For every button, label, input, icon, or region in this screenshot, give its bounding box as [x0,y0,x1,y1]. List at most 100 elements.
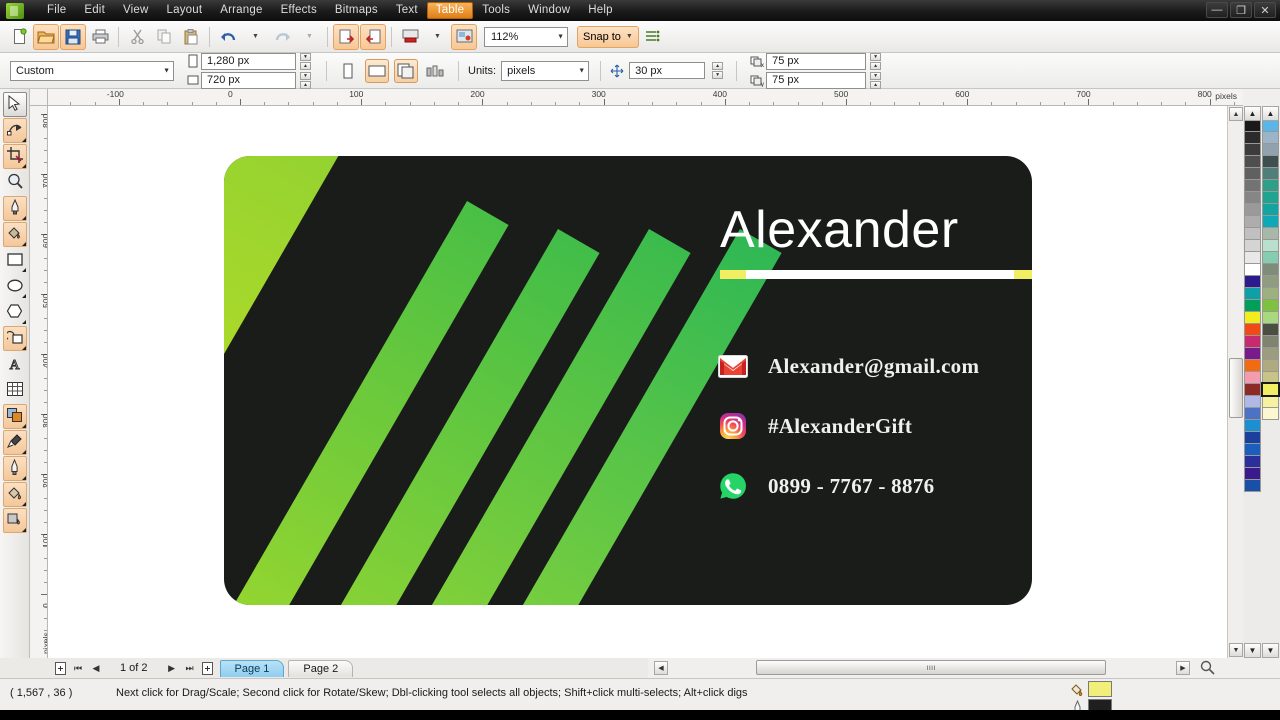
menu-item-tools[interactable]: Tools [473,2,519,19]
color-palette[interactable] [1243,106,1280,658]
page-height-field[interactable]: 720 px [201,71,296,89]
page-tab-1[interactable]: Page 1 [219,659,285,677]
palette-left-down-arrow[interactable]: ▼ [1244,643,1261,658]
current-page-button[interactable] [423,59,447,83]
menu-item-view[interactable]: View [114,2,158,19]
zoom-corner-icon[interactable] [1200,660,1215,678]
palette-scroll-down[interactable]: ▼ ▼ [1243,643,1280,659]
units-combo[interactable]: pixels ▼ [501,60,590,81]
flyout-arrow-icon[interactable] [21,346,26,350]
freehand-tool[interactable] [2,196,27,221]
menu-item-effects[interactable]: Effects [272,2,326,19]
ruler-origin-corner[interactable] [30,89,48,106]
minimize-button[interactable]: — [1206,2,1228,18]
horizontal-scrollbar[interactable]: ◀ ıııı ▶ [648,659,1228,677]
horizontal-scroll-thumb[interactable]: ıııı [756,660,1106,675]
application-launcher-dropdown[interactable]: ▼ [424,24,450,50]
landscape-orientation-button[interactable] [365,58,389,83]
flyout-arrow-icon[interactable] [21,450,26,454]
flyout-arrow-icon[interactable] [21,476,26,480]
flyout-arrow-icon[interactable] [21,268,26,272]
import-button[interactable] [333,23,359,50]
ellipse-tool[interactable] [3,274,27,299]
flyout-arrow-icon[interactable] [21,424,26,428]
flyout-arrow-icon[interactable] [21,138,26,142]
vertical-scrollbar[interactable]: ▲ ▼ [1227,106,1243,658]
page-width-spinner[interactable]: ▼ ▲ [300,52,311,70]
flyout-arrow-icon[interactable] [21,294,26,298]
redo-button[interactable] [269,24,295,50]
print-button[interactable] [87,24,113,50]
flyout-arrow-icon[interactable] [21,502,26,506]
prev-page-button[interactable]: ◀ [88,660,104,676]
crop-tool[interactable] [2,144,27,169]
flyout-arrow-icon[interactable] [21,320,26,324]
perfect-shapes-tool[interactable] [2,326,27,351]
flyout-arrow-icon[interactable] [21,164,26,168]
menu-item-window[interactable]: Window [519,2,579,19]
first-page-button[interactable]: ⏮ [70,660,86,676]
zoom-tool[interactable] [3,170,27,195]
duplicate-x-spinner[interactable]: ▼ ▲ [870,52,882,70]
all-pages-button[interactable] [394,58,418,83]
interactive-fill-tool[interactable] [2,508,27,533]
add-page-start-button[interactable] [52,660,68,676]
horizontal-ruler[interactable]: -300-200-1000100200300400500600700800900… [48,89,1243,106]
undo-dropdown-button[interactable]: ▼ [242,24,268,50]
business-card-design[interactable]: Alexander Alexander@gmail.com #Alexander… [224,156,1032,605]
page-height-spinner[interactable]: ▼ ▲ [300,71,311,89]
menu-item-file[interactable]: File [38,2,75,19]
menu-item-edit[interactable]: Edit [75,2,114,19]
menu-item-layout[interactable]: Layout [158,2,212,19]
flyout-arrow-icon[interactable] [21,528,26,532]
portrait-orientation-button[interactable] [336,59,360,83]
close-button[interactable]: ✕ [1254,2,1276,18]
page-width-field[interactable]: 1,280 px [201,52,296,70]
page-tab-2[interactable]: Page 2 [288,659,354,677]
scroll-up-button[interactable]: ▲ [1229,107,1243,121]
table-tool[interactable] [3,378,27,403]
flyout-arrow-icon[interactable] [21,242,26,246]
menu-item-table[interactable]: Table [426,2,474,19]
cut-button[interactable] [124,24,150,50]
save-document-button[interactable] [60,23,86,50]
undo-button[interactable] [215,24,241,50]
shape-tool[interactable] [2,118,27,143]
redo-dropdown-button[interactable]: ▼ [296,24,322,50]
menu-item-bitmaps[interactable]: Bitmaps [326,2,387,19]
restore-button[interactable]: ❐ [1230,2,1252,18]
paste-button[interactable] [178,24,204,50]
palette-right-up-arrow[interactable]: ▲ [1262,106,1279,121]
duplicate-y-field[interactable]: 75 px [766,71,867,89]
menu-item-arrange[interactable]: Arrange [211,2,271,19]
vertical-scroll-thumb[interactable] [1229,358,1243,418]
next-page-button[interactable]: ▶ [164,660,180,676]
polygon-tool[interactable] [3,300,27,325]
copy-button[interactable] [151,24,177,50]
nudge-spinner[interactable]: ▲ ▼ [712,62,724,79]
nudge-field[interactable]: 30 px [629,62,706,79]
pick-tool[interactable] [2,92,27,117]
smart-fill-tool[interactable] [2,222,27,247]
menu-item-help[interactable]: Help [579,2,621,19]
palette-scroll-up[interactable]: ▲ ▲ [1243,106,1280,122]
paper-type-combo[interactable]: Custom ▼ [10,60,174,81]
vertical-ruler[interactable]: 8007006005004003002001000pixels [30,106,48,658]
last-page-button[interactable]: ⏭ [182,660,198,676]
add-page-end-button[interactable] [200,660,216,676]
eyedropper-tool[interactable] [2,430,27,455]
scroll-right-button[interactable]: ▶ [1176,661,1190,675]
palette-right-down-arrow[interactable]: ▼ [1262,643,1279,658]
outline-tool[interactable] [2,456,27,481]
duplicate-x-field[interactable]: 75 px [766,52,867,70]
snap-to-button[interactable]: Snap to ▼ [577,25,639,48]
palette-left-up-arrow[interactable]: ▲ [1244,106,1261,121]
fill-color-indicator[interactable] [1069,681,1112,697]
corel-online-button[interactable] [451,23,477,50]
color-swatch[interactable] [1244,479,1261,492]
rectangle-tool[interactable] [3,248,27,273]
color-swatch[interactable] [1262,407,1279,420]
drawing-canvas[interactable]: Alexander Alexander@gmail.com #Alexander… [48,106,1243,658]
flyout-arrow-icon[interactable] [21,216,26,220]
duplicate-y-spinner[interactable]: ▼ ▲ [870,71,882,89]
